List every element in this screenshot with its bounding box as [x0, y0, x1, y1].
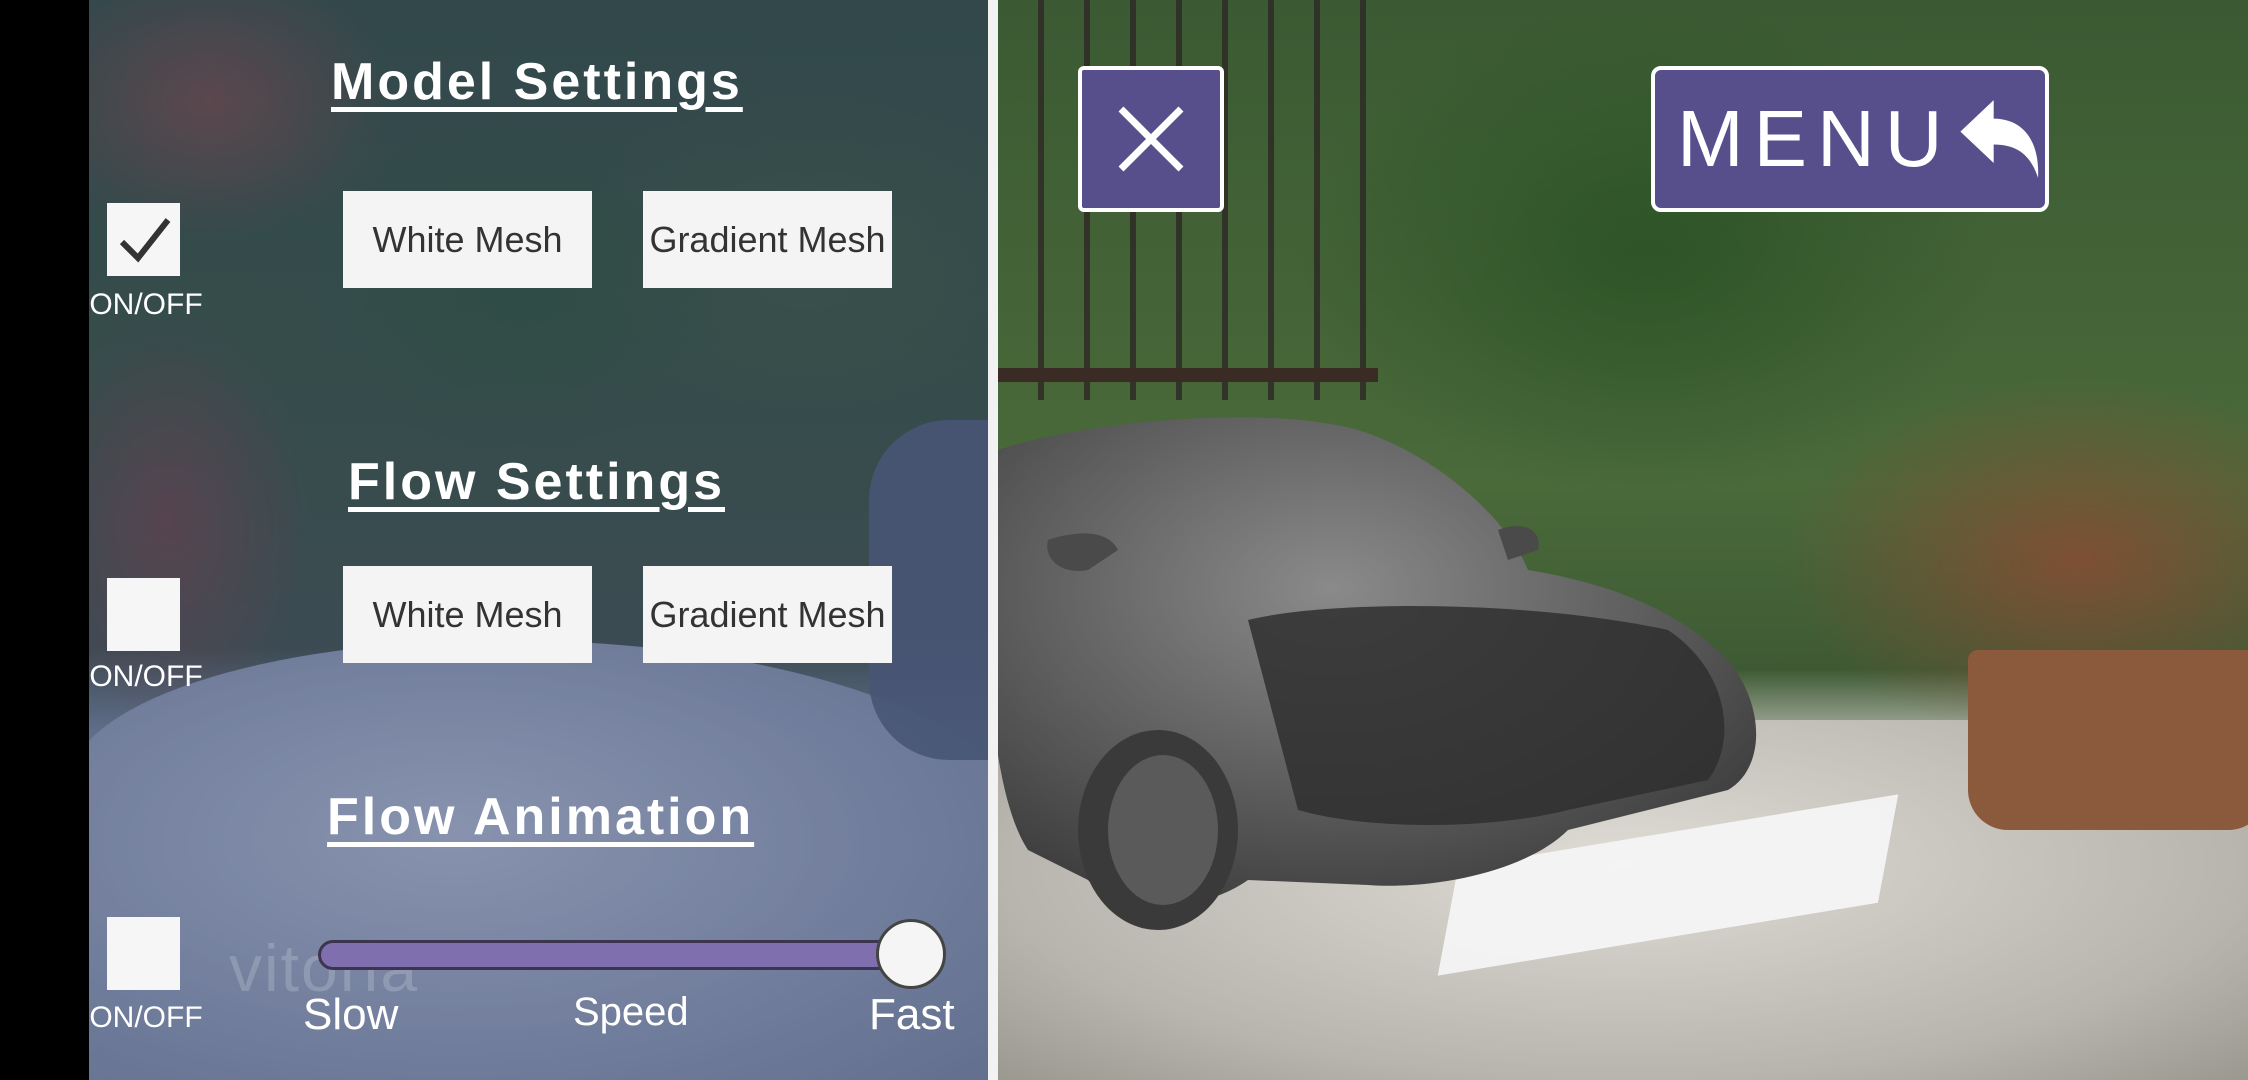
back-arrow-icon [1959, 100, 2038, 178]
background-flower-pot [1968, 650, 2248, 830]
panel-tint-overlay [89, 0, 988, 1080]
slider-mid-label: Speed [573, 990, 689, 1034]
model-settings-toggle-label: ON/OFF [89, 288, 203, 321]
slider-min-label: Slow [303, 990, 399, 1039]
flow-animation-toggle-label: ON/OFF [89, 1001, 203, 1034]
model-white-mesh-button[interactable]: White Mesh [343, 191, 592, 288]
settings-panel: vitoria [89, 0, 988, 1080]
flow-settings-title: Flow Settings [348, 453, 725, 511]
close-icon [1118, 106, 1184, 172]
ar-car-model[interactable] [998, 410, 1778, 950]
flow-settings-checkbox[interactable] [107, 578, 180, 651]
menu-button[interactable]: MENU [1651, 66, 2049, 212]
model-gradient-mesh-button[interactable]: Gradient Mesh [643, 191, 892, 288]
speed-slider-track[interactable] [318, 940, 938, 970]
flow-animation-checkbox[interactable] [107, 917, 180, 990]
model-settings-checkbox[interactable] [107, 203, 180, 276]
flow-animation-title: Flow Animation [327, 788, 755, 846]
flow-gradient-mesh-button[interactable]: Gradient Mesh [643, 566, 892, 663]
slider-max-label: Fast [869, 990, 955, 1039]
panel-divider [988, 0, 998, 1080]
background-gate-rail [998, 368, 1378, 382]
model-settings-title: Model Settings [331, 53, 743, 111]
left-black-bar [0, 0, 89, 1080]
speed-slider[interactable] [318, 919, 948, 989]
close-button[interactable] [1078, 66, 1224, 212]
flow-white-mesh-button[interactable]: White Mesh [343, 566, 592, 663]
flow-settings-toggle-label: ON/OFF [89, 660, 203, 693]
menu-label: MENU [1677, 94, 1953, 183]
speed-slider-thumb[interactable] [876, 919, 946, 989]
checkmark-icon [119, 217, 170, 263]
